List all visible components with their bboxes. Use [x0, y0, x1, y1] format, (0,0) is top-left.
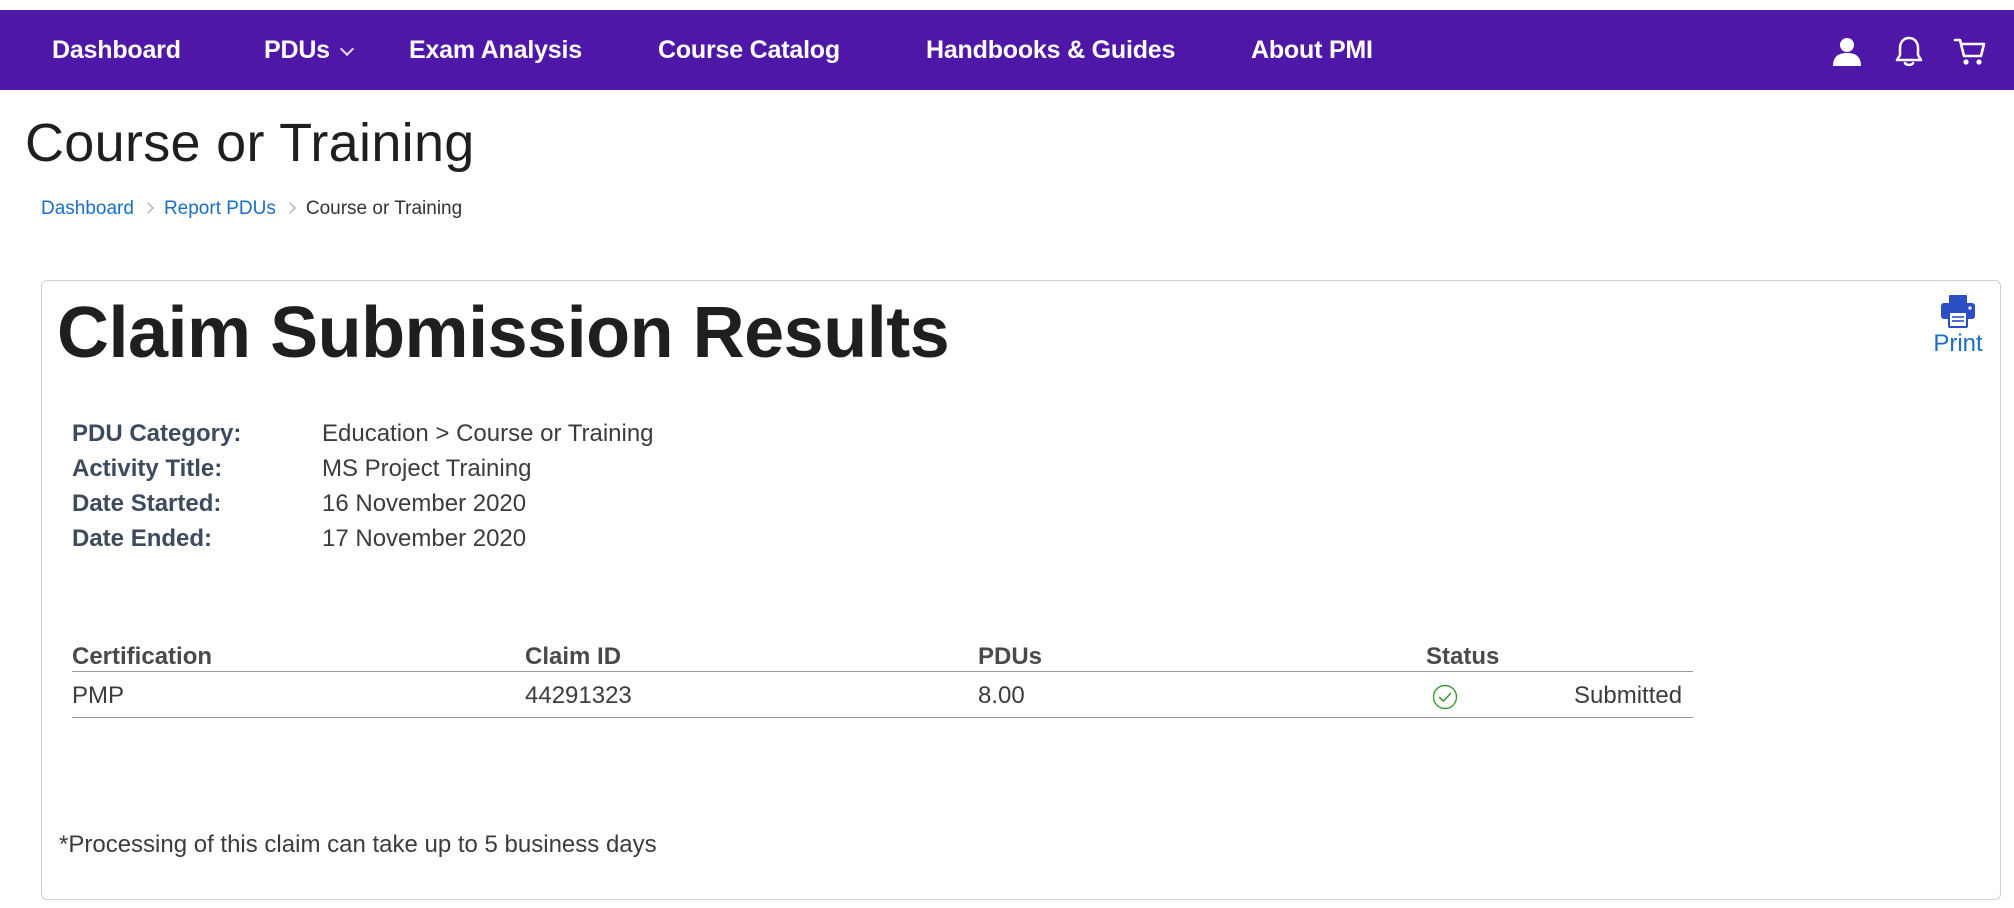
cart-icon[interactable]	[1953, 34, 1987, 68]
breadcrumb: Dashboard Report PDUs Course or Training	[41, 198, 462, 220]
bell-icon[interactable]	[1892, 34, 1926, 68]
detail-label: Activity Title:	[72, 455, 223, 482]
chevron-down-icon	[339, 41, 354, 57]
cell-certification: PMP	[72, 682, 125, 709]
detail-label: Date Ended:	[72, 525, 213, 552]
cell-claim-id: 44291323	[525, 682, 632, 709]
print-label: Print	[1933, 330, 1983, 357]
printer-icon	[1941, 295, 1975, 328]
nav-item-dashboard[interactable]: Dashboard	[52, 10, 181, 90]
card-title: Claim Submission Results	[57, 293, 950, 373]
breadcrumb-link-dashboard[interactable]: Dashboard	[41, 198, 134, 219]
column-header-certification: Certification	[72, 643, 213, 670]
processing-note: *Processing of this claim can take up to…	[59, 831, 657, 858]
breadcrumb-link-report-pdus[interactable]: Report PDUs	[164, 198, 276, 219]
detail-value: MS Project Training	[322, 455, 532, 482]
table-row: PMP 44291323 8.00 Submitted	[72, 673, 1693, 718]
table-header: Certification Claim ID PDUs Status	[72, 640, 1693, 672]
detail-label: Date Started:	[72, 490, 222, 517]
chevron-right-icon	[284, 202, 296, 214]
page-title: Course or Training	[25, 113, 475, 173]
column-header-pdus: PDUs	[978, 643, 1043, 670]
nav-item-course-catalog[interactable]: Course Catalog	[658, 10, 840, 90]
nav-item-pdus-label: PDUs	[264, 36, 330, 64]
detail-value: Education > Course or Training	[322, 420, 654, 447]
print-button[interactable]: Print	[1918, 294, 1998, 358]
column-header-status: Status	[1426, 643, 1500, 670]
nav-item-about-pmi[interactable]: About PMI	[1251, 10, 1373, 90]
chevron-right-icon	[142, 202, 154, 214]
detail-label: PDU Category:	[72, 420, 242, 447]
cell-status: Submitted	[1574, 682, 1683, 709]
cell-pdus: 8.00	[978, 682, 1025, 709]
nav-item-handbooks-guides[interactable]: Handbooks & Guides	[926, 10, 1175, 90]
nav-item-exam-analysis[interactable]: Exam Analysis	[409, 10, 582, 90]
breadcrumb-current: Course or Training	[305, 198, 463, 219]
nav-item-pdus[interactable]: PDUs	[264, 10, 354, 90]
check-circle-icon	[1432, 684, 1458, 710]
column-header-claim-id: Claim ID	[525, 643, 622, 670]
detail-value: 16 November 2020	[322, 490, 527, 517]
user-icon[interactable]	[1830, 34, 1864, 68]
top-nav-bar: Dashboard PDUs Exam Analysis Course Cata…	[0, 10, 2014, 90]
detail-value: 17 November 2020	[322, 525, 527, 552]
